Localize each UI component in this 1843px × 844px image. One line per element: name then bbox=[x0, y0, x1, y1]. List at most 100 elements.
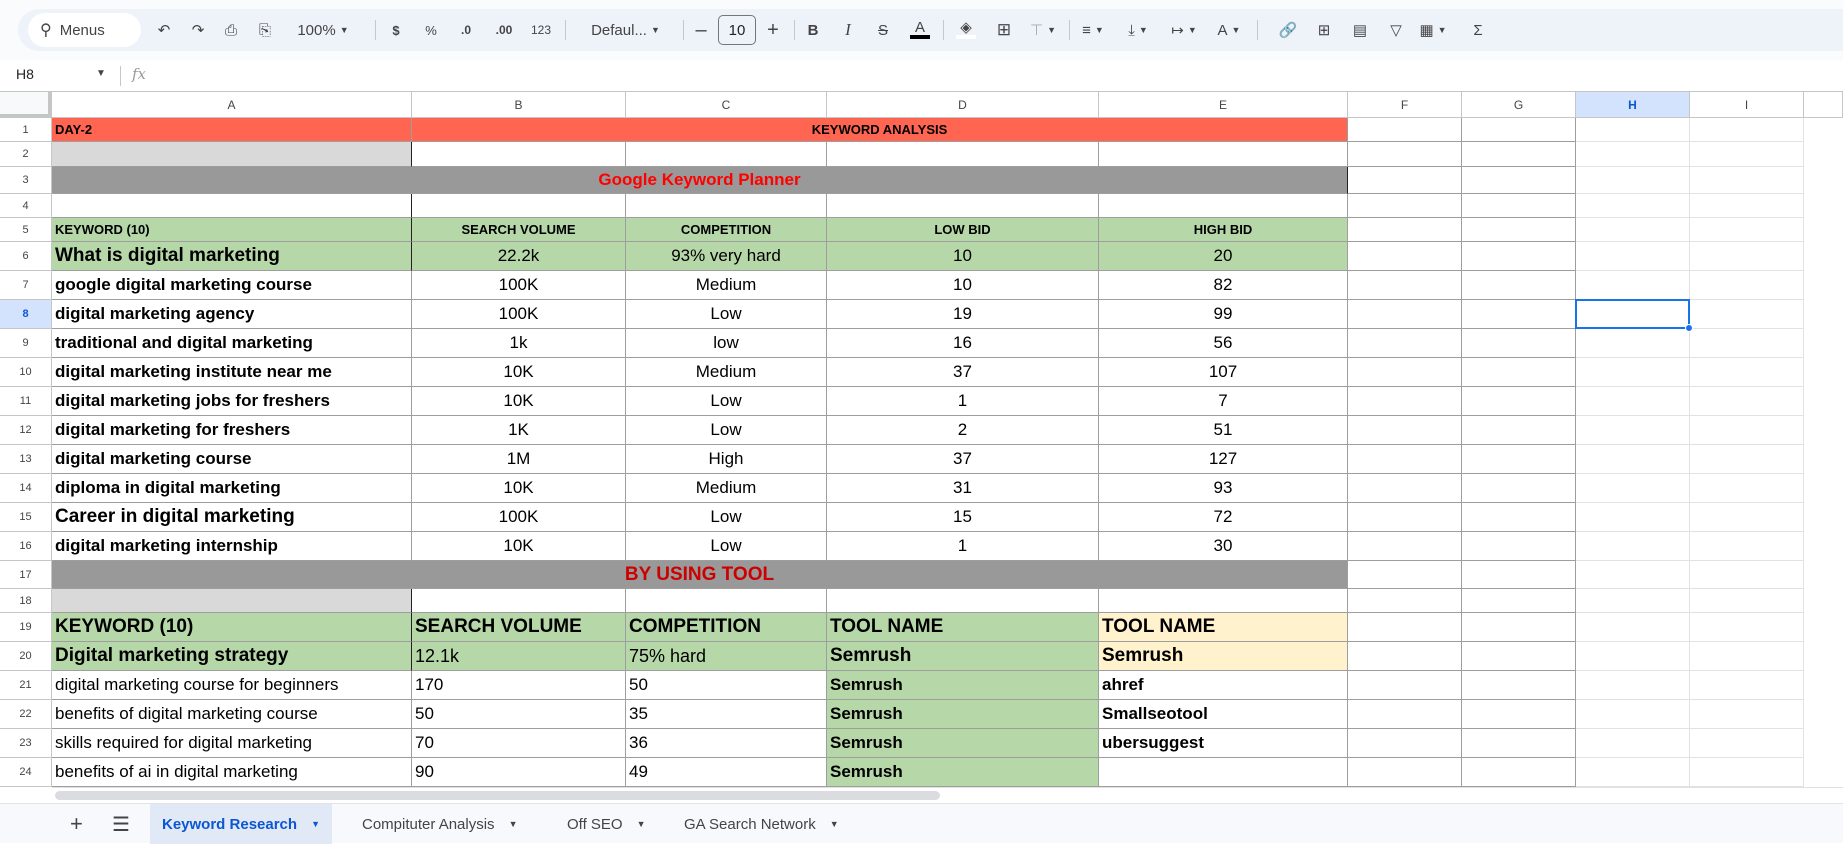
cell-c14[interactable]: Medium bbox=[626, 474, 827, 503]
chevron-down-icon[interactable]: ▼ bbox=[637, 819, 646, 829]
cell-e7[interactable]: 82 bbox=[1099, 271, 1348, 300]
cell-c24[interactable]: 49 bbox=[626, 758, 827, 787]
cell-d21[interactable]: Semrush bbox=[827, 671, 1099, 700]
chevron-down-icon[interactable]: ▼ bbox=[96, 68, 106, 79]
font-size-input[interactable]: 10 bbox=[718, 15, 756, 45]
cell-f17[interactable] bbox=[1348, 561, 1462, 589]
cell-a19[interactable]: KEYWORD (10) bbox=[52, 613, 412, 642]
cell-e9[interactable]: 56 bbox=[1099, 329, 1348, 358]
cell-c5[interactable]: COMPETITION bbox=[626, 218, 827, 242]
cell-c8[interactable]: Low bbox=[626, 300, 827, 329]
cell-i5[interactable] bbox=[1690, 218, 1804, 242]
cell-c10[interactable]: Medium bbox=[626, 358, 827, 387]
cell-b5[interactable]: SEARCH VOLUME bbox=[412, 218, 626, 242]
cell-d15[interactable]: 15 bbox=[827, 503, 1099, 532]
cell-c11[interactable]: Low bbox=[626, 387, 827, 416]
cell-a13[interactable]: digital marketing course bbox=[52, 445, 412, 474]
column-header-j[interactable] bbox=[1804, 92, 1843, 118]
zoom-select[interactable]: 100% ▼ bbox=[288, 9, 358, 51]
cell-b4[interactable] bbox=[412, 194, 626, 218]
cell-c2[interactable] bbox=[626, 142, 827, 167]
column-header-a[interactable]: A bbox=[52, 92, 412, 118]
cell-g4[interactable] bbox=[1462, 194, 1576, 218]
cell-i21[interactable] bbox=[1690, 671, 1804, 700]
cell-c18[interactable] bbox=[626, 589, 827, 613]
cell-e8[interactable]: 99 bbox=[1099, 300, 1348, 329]
cell-e16[interactable]: 30 bbox=[1099, 532, 1348, 561]
cell-d16[interactable]: 1 bbox=[827, 532, 1099, 561]
cell-c4[interactable] bbox=[626, 194, 827, 218]
cell-b13[interactable]: 1M bbox=[412, 445, 626, 474]
cell-c21[interactable]: 50 bbox=[626, 671, 827, 700]
cell-i2[interactable] bbox=[1690, 142, 1804, 167]
row-header-13[interactable]: 13 bbox=[0, 445, 52, 474]
cell-e20[interactable]: Semrush bbox=[1099, 642, 1348, 671]
cell-b14[interactable]: 10K bbox=[412, 474, 626, 503]
cell-b22[interactable]: 50 bbox=[412, 700, 626, 729]
cell-d22[interactable]: Semrush bbox=[827, 700, 1099, 729]
cell-e18[interactable] bbox=[1099, 589, 1348, 613]
cell-i13[interactable] bbox=[1690, 445, 1804, 474]
row-header-10[interactable]: 10 bbox=[0, 358, 52, 387]
cell-b2[interactable] bbox=[412, 142, 626, 167]
cell-g21[interactable] bbox=[1462, 671, 1576, 700]
chevron-down-icon[interactable]: ▼ bbox=[830, 819, 839, 829]
cell-a18[interactable] bbox=[52, 589, 412, 613]
cell-a2[interactable] bbox=[52, 142, 412, 167]
cell-i4[interactable] bbox=[1690, 194, 1804, 218]
row-header-4[interactable]: 4 bbox=[0, 194, 52, 218]
increase-decimal-button[interactable]: .00 bbox=[490, 9, 518, 51]
fill-handle[interactable] bbox=[1685, 324, 1693, 332]
sheet-tab-compituter-analysis[interactable]: Compituter Analysis ▼ bbox=[350, 804, 529, 844]
cell-h15[interactable] bbox=[1576, 503, 1690, 532]
row-header-20[interactable]: 20 bbox=[0, 642, 52, 671]
cell-a20[interactable]: Digital marketing strategy bbox=[52, 642, 412, 671]
strikethrough-icon[interactable]: S bbox=[873, 9, 893, 51]
cell-e14[interactable]: 93 bbox=[1099, 474, 1348, 503]
sheet-tab-ga-search-network[interactable]: GA Search Network ▼ bbox=[672, 804, 851, 844]
cell-b1[interactable]: KEYWORD ANALYSIS bbox=[412, 118, 1348, 142]
menus-search[interactable]: ⚲ Menus bbox=[28, 13, 141, 47]
cell-b6[interactable]: 22.2k bbox=[412, 242, 626, 271]
cell-h5[interactable] bbox=[1576, 218, 1690, 242]
cell-h17[interactable] bbox=[1576, 561, 1690, 589]
cell-f1[interactable] bbox=[1348, 118, 1462, 142]
cell-d23[interactable]: Semrush bbox=[827, 729, 1099, 758]
column-header-b[interactable]: B bbox=[412, 92, 626, 118]
text-rotation-icon[interactable]: A ▼ bbox=[1212, 9, 1246, 51]
row-header-6[interactable]: 6 bbox=[0, 242, 52, 271]
cell-i15[interactable] bbox=[1690, 503, 1804, 532]
cell-b23[interactable]: 70 bbox=[412, 729, 626, 758]
cell-g8[interactable] bbox=[1462, 300, 1576, 329]
cell-f12[interactable] bbox=[1348, 416, 1462, 445]
cell-a12[interactable]: digital marketing for freshers bbox=[52, 416, 412, 445]
cell-c6[interactable]: 93% very hard bbox=[626, 242, 827, 271]
column-header-h[interactable]: H bbox=[1576, 92, 1690, 118]
cell-f3[interactable] bbox=[1348, 167, 1462, 194]
all-sheets-menu-icon[interactable]: ☰ bbox=[100, 804, 142, 844]
cell-h21[interactable] bbox=[1576, 671, 1690, 700]
cell-i3[interactable] bbox=[1690, 167, 1804, 194]
cell-f15[interactable] bbox=[1348, 503, 1462, 532]
row-header-8[interactable]: 8 bbox=[0, 300, 52, 329]
cell-i9[interactable] bbox=[1690, 329, 1804, 358]
cell-g10[interactable] bbox=[1462, 358, 1576, 387]
borders-icon[interactable]: ⊞ bbox=[992, 9, 1016, 51]
cell-d9[interactable]: 16 bbox=[827, 329, 1099, 358]
cell-f6[interactable] bbox=[1348, 242, 1462, 271]
cell-h3[interactable] bbox=[1576, 167, 1690, 194]
cell-b24[interactable]: 90 bbox=[412, 758, 626, 787]
cell-d11[interactable]: 1 bbox=[827, 387, 1099, 416]
cell-c23[interactable]: 36 bbox=[626, 729, 827, 758]
percent-format-button[interactable]: % bbox=[420, 9, 442, 51]
row-header-11[interactable]: 11 bbox=[0, 387, 52, 416]
cell-a22[interactable]: benefits of digital marketing course bbox=[52, 700, 412, 729]
cell-a7[interactable]: google digital marketing course bbox=[52, 271, 412, 300]
row-header-1[interactable]: 1 bbox=[0, 118, 52, 142]
cell-h22[interactable] bbox=[1576, 700, 1690, 729]
cell-e5[interactable]: HIGH BID bbox=[1099, 218, 1348, 242]
cell-a6[interactable]: What is digital marketing bbox=[52, 242, 412, 271]
column-header-e[interactable]: E bbox=[1099, 92, 1348, 118]
cell-a24[interactable]: benefits of ai in digital marketing bbox=[52, 758, 412, 787]
cell-e13[interactable]: 127 bbox=[1099, 445, 1348, 474]
